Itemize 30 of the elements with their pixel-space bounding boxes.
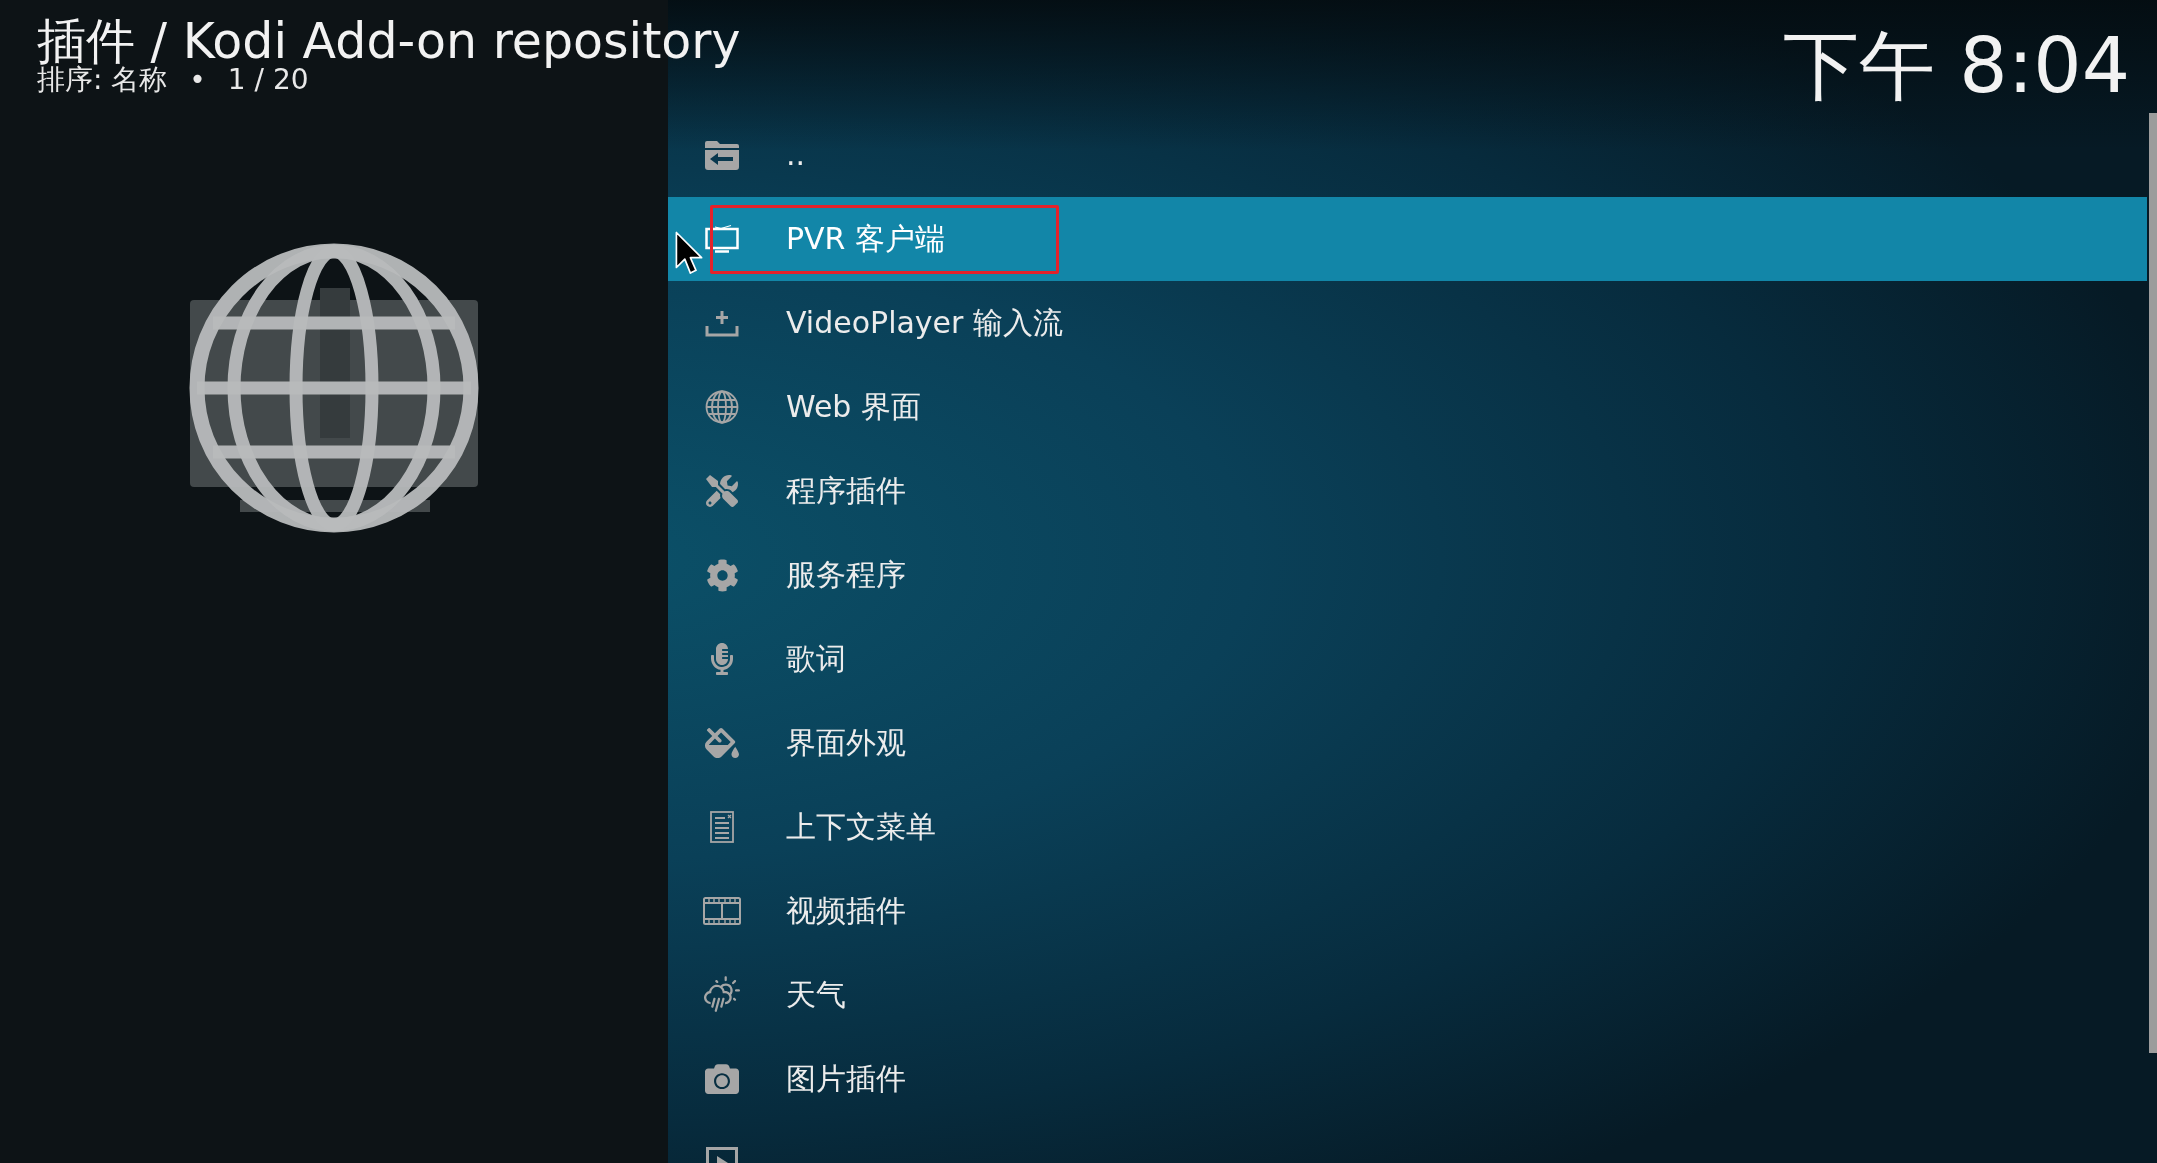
list-item[interactable]: Web 界面 xyxy=(668,365,2147,449)
list-item[interactable]: 界面外观 xyxy=(668,701,2147,785)
paint-bucket-icon xyxy=(705,726,739,760)
list-item[interactable]: 天气 xyxy=(668,953,2147,1037)
list-item[interactable]: 图片插件 xyxy=(668,1037,2147,1121)
globe-icon xyxy=(705,390,739,424)
list-item[interactable]: .. xyxy=(668,113,2147,197)
tv-icon xyxy=(705,224,739,254)
mouse-pointer-icon xyxy=(675,231,703,276)
list-item[interactable]: VideoPlayer 输入流 xyxy=(668,281,2147,365)
weather-icon xyxy=(702,975,742,1015)
scrollbar-thumb[interactable] xyxy=(2149,113,2157,1053)
separator-dot: • xyxy=(189,66,206,94)
document-icon xyxy=(710,811,734,843)
sort-label: 排序: 名称 xyxy=(37,66,168,94)
list-item[interactable]: 上下文菜单 xyxy=(668,785,2147,869)
page-title: 插件 / Kodi Add-on repository xyxy=(37,17,741,66)
list-item[interactable]: PVR 客户端 xyxy=(668,197,2147,281)
folder-back-icon xyxy=(704,140,740,170)
item-position: 1 / 20 xyxy=(227,66,309,94)
clock: 下午 8:04 xyxy=(1783,20,2131,104)
film-strip-icon xyxy=(703,897,741,925)
camera-icon xyxy=(705,1062,739,1096)
list-item[interactable]: 程序插件 xyxy=(668,449,2147,533)
list-item[interactable]: 视频插件 xyxy=(668,869,2147,953)
gear-icon xyxy=(705,558,739,592)
tray-plus-icon xyxy=(705,309,739,337)
list-item[interactable]: 歌词 xyxy=(668,617,2147,701)
tools-icon xyxy=(706,475,738,507)
list-item[interactable]: 服务程序 xyxy=(668,533,2147,617)
